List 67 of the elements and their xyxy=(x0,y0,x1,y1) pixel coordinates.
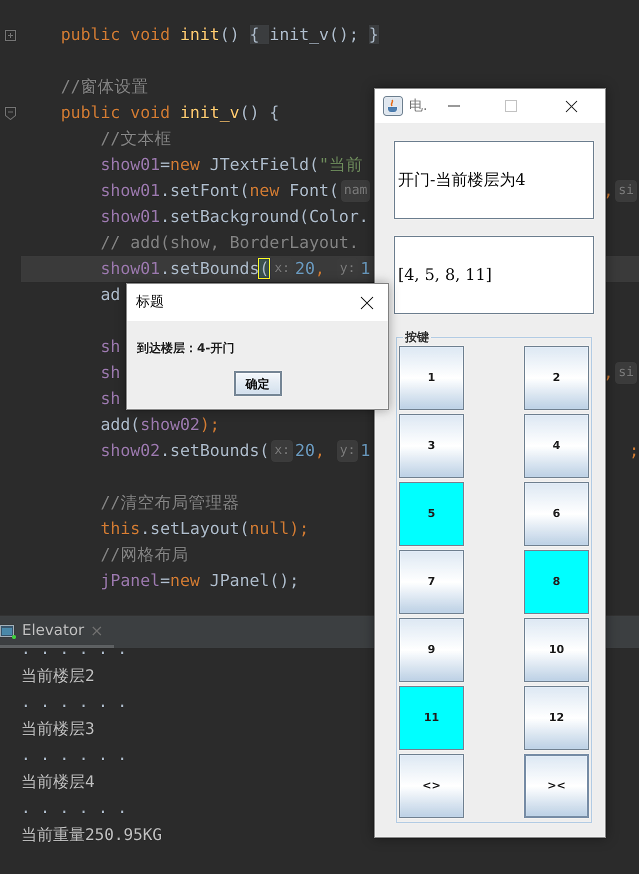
inlay-hint: x: xyxy=(271,440,294,462)
code-text: public void init() { init_v(); } xyxy=(60,24,379,46)
status-text-field[interactable]: 开门-当前楼层为4 xyxy=(394,141,594,219)
floor-button[interactable]: 3 xyxy=(399,414,464,478)
floor-button[interactable]: 5 xyxy=(399,482,464,546)
console-line: 当前楼层3 xyxy=(21,718,95,740)
floor-button[interactable]: 9 xyxy=(399,618,464,682)
console-line: 当前楼层4 xyxy=(21,770,95,793)
floor-button[interactable]: 1 xyxy=(399,346,464,410)
code-text: jPanel=new JPanel(); xyxy=(99,570,300,592)
code-text: // add(show, BorderLayout. xyxy=(99,232,359,254)
code-text: 20, xyxy=(295,258,326,280)
dialog-message: 到达楼层：4-开门 xyxy=(137,340,236,357)
ok-button[interactable]: 确定 xyxy=(234,371,282,396)
code-text: add(show02); xyxy=(99,414,220,436)
console-dots: . . . . . . xyxy=(21,691,127,714)
coffee-cup-icon xyxy=(383,96,403,116)
code-text: //文本框 xyxy=(99,128,172,150)
tab-title: Elevator xyxy=(22,620,84,642)
expand-fold-icon[interactable] xyxy=(5,30,16,40)
window-title: 电. xyxy=(409,96,428,116)
group-title: 按键 xyxy=(404,329,430,346)
queue-text-field[interactable]: [4, 5, 8, 11] xyxy=(394,236,594,314)
code-text: public void init_v() { xyxy=(60,102,280,124)
console-line: 当前重量250.95KG xyxy=(21,824,162,846)
code-text: 1 xyxy=(360,258,370,280)
floor-button[interactable]: 7 xyxy=(399,550,464,614)
console-dots: . . . . . . xyxy=(21,744,127,766)
close-icon[interactable] xyxy=(360,296,374,310)
inlay-hint: si xyxy=(615,362,637,384)
console-dots: . . . . . . xyxy=(21,648,127,660)
code-text: this.setLayout(null); xyxy=(99,518,310,540)
code-text: sh xyxy=(99,362,120,384)
floor-button[interactable]: 11 xyxy=(399,686,464,750)
floor-button[interactable]: 12 xyxy=(524,686,589,750)
code-text: ad xyxy=(99,284,120,306)
code-text: 1 xyxy=(360,440,370,462)
code-text: sh xyxy=(99,388,120,410)
console-dots: . . . . . . xyxy=(21,797,127,820)
collapse-fold-icon[interactable] xyxy=(5,106,16,120)
console-line: 当前楼层2 xyxy=(21,664,95,687)
inlay-hint: si xyxy=(615,180,637,202)
run-window-icon xyxy=(0,622,16,638)
inlay-hint: nam xyxy=(340,180,370,202)
code-text: //清空布局管理器 xyxy=(99,492,240,514)
dialog-title: 标题 xyxy=(136,293,164,312)
code-text: //窗体设置 xyxy=(60,76,149,98)
code-text: show01.setBackground(Color. xyxy=(99,206,369,228)
code-text: show01.setBounds( xyxy=(99,258,270,280)
code-text: , xyxy=(603,180,614,202)
code-text: 20, xyxy=(295,440,326,462)
floor-button[interactable]: 4 xyxy=(524,414,589,478)
floor-button[interactable]: 8 xyxy=(524,550,589,614)
code-text: sh xyxy=(99,336,120,358)
code-text: //网格布局 xyxy=(99,544,188,566)
floor-button[interactable]: 2 xyxy=(524,346,589,410)
floor-button[interactable]: <> xyxy=(399,754,464,818)
close-icon[interactable] xyxy=(565,100,578,112)
inlay-hint: y: xyxy=(336,440,358,462)
floor-button[interactable]: >< xyxy=(524,754,589,818)
code-text: show02.setBounds( xyxy=(99,440,270,462)
floor-button[interactable]: 10 xyxy=(524,618,589,682)
code-text: , xyxy=(603,362,614,384)
code-text: show01=new JTextField("当前 xyxy=(99,154,363,176)
code-text: show01.setFont(new Font( xyxy=(99,180,339,202)
floor-button[interactable]: 6 xyxy=(524,482,589,546)
code-text: ; xyxy=(629,440,639,462)
